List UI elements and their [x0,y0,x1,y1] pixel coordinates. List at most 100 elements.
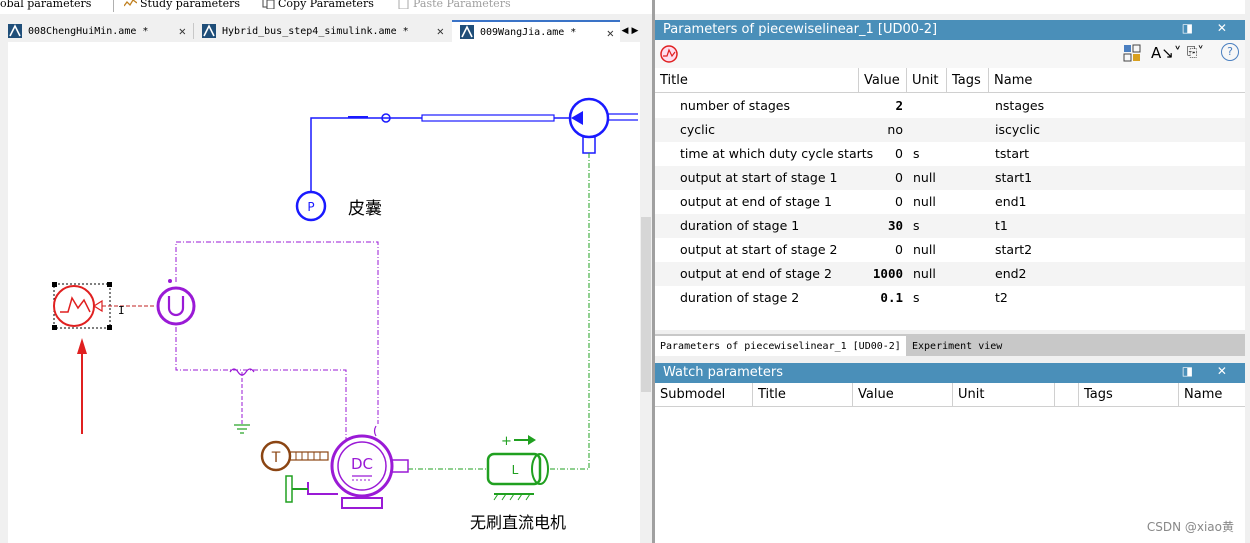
table-row[interactable]: number of stages 2 nstages [655,94,1245,118]
close-icon[interactable]: ✕ [179,24,186,38]
row-name: tstart [995,146,1030,161]
hydraulic-pipe[interactable] [421,114,555,122]
table-row[interactable]: duration of stage 1 30 s t1 [655,214,1245,238]
mechanical-ground-icon[interactable] [285,475,293,503]
row-value[interactable]: 0 [861,170,903,185]
script-icon[interactable]: ⎘˅ [1187,45,1204,60]
voltage-source-icon[interactable] [156,286,196,326]
row-value[interactable]: 0.1 [861,290,903,305]
temperature-symbol: T [271,450,281,466]
column-header-title[interactable]: Title [655,68,859,93]
annotation-arrow-head [77,338,87,354]
watermark: CSDN @xiao黄 [1146,520,1234,534]
column-header-tags[interactable]: Tags [1079,383,1179,407]
electric-line [175,327,347,442]
column-header-value[interactable]: Value [853,383,953,407]
canvas-scrollbar[interactable] [640,42,652,543]
column-header-name[interactable]: Name [1179,383,1245,407]
layout-icon[interactable] [1123,44,1141,62]
column-header-submodel[interactable]: Submodel [655,383,753,407]
selection-handle[interactable] [107,282,112,287]
tab-label: 008ChengHuiMin.ame * [28,25,149,37]
amesim-file-icon [460,25,474,39]
table-row[interactable]: duration of stage 2 0.1 s t2 [655,286,1245,310]
electric-line [175,241,379,424]
copy-parameters-button[interactable]: Copy Parameters [262,0,374,10]
sketch-canvas[interactable]: P 皮囊 I T DC 无刷直流电机 L + [8,42,640,543]
amesim-file-icon [202,24,216,38]
chevron-right-icon[interactable]: ▶ [630,22,640,40]
row-value[interactable]: 0 [861,242,903,257]
electric-connector [373,425,377,437]
table-row[interactable]: output at start of stage 2 0 null start2 [655,238,1245,262]
column-header-blank[interactable] [1055,383,1079,407]
header-label: Title [758,387,786,402]
panel-window-buttons[interactable]: ◨ ✕ [1182,364,1237,378]
row-title: output at end of stage 2 [680,266,832,281]
selection-handle[interactable] [107,325,112,330]
row-name: t1 [995,218,1008,233]
study-parameters-label: Study parameters [140,0,240,10]
global-parameters-label: obal parameters [0,0,92,10]
row-value[interactable]: 0 [861,194,903,209]
row-title: output at end of stage 1 [680,194,832,209]
selection-handle[interactable] [52,282,57,287]
column-header-unit[interactable]: Unit [953,383,1055,407]
paste-icon [398,0,409,9]
column-header-name[interactable]: Name [989,68,1245,93]
panel-window-buttons[interactable]: ◨ ✕ [1182,21,1237,35]
row-unit: s [913,146,920,161]
row-title: time at which duty cycle starts [680,146,874,161]
paste-parameters-button[interactable]: Paste Parameters [397,0,511,10]
row-name: iscyclic [995,122,1040,137]
left-margin [0,42,8,543]
study-parameters-icon [124,0,137,7]
row-value[interactable]: 30 [861,218,903,233]
table-row[interactable]: output at end of stage 2 1000 null end2 [655,262,1245,286]
row-value[interactable]: no [861,122,903,137]
row-value[interactable]: 1000 [861,266,903,281]
study-parameters-button[interactable]: Study parameters [124,0,240,10]
row-unit: null [913,170,936,185]
table-row[interactable]: time at which duty cycle starts 0 s tstart [655,142,1245,166]
row-name: end1 [995,194,1027,209]
column-header-unit[interactable]: Unit [907,68,947,93]
column-header-value[interactable]: Value [859,68,907,93]
header-label: Name [1184,387,1223,402]
column-header-title[interactable]: Title [753,383,853,407]
tab-label: Hybrid_bus_step4_simulink.ame * [222,25,409,37]
ground-icon[interactable] [234,424,250,434]
close-icon[interactable]: ✕ [437,24,444,38]
header-label: Tags [1084,387,1113,402]
signal-component-icon[interactable] [659,44,679,64]
tab-chenghuimin[interactable]: 008ChengHuiMin.ame * ✕ [0,20,192,42]
right-margin [1245,0,1250,543]
paste-parameters-label: Paste Parameters [413,0,511,10]
row-unit: s [913,218,920,233]
tab-label: Parameters of piecewiselinear_1 [UD00-2] [660,340,901,352]
table-row[interactable]: output at end of stage 1 0 null end1 [655,190,1245,214]
tab-wangjia[interactable]: 009WangJia.ame * ✕ [452,20,620,42]
dc-symbol: DC [351,455,373,473]
scrollbar-thumb[interactable] [641,217,651,392]
help-icon[interactable]: ? [1221,43,1239,61]
motor-shaft [391,459,409,473]
tab-experiment-view[interactable]: Experiment view [907,336,1007,356]
tab-hybrid-bus[interactable]: Hybrid_bus_step4_simulink.ame * ✕ [194,20,450,42]
font-icon[interactable]: A↘˅ [1151,44,1181,62]
chevron-left-icon[interactable]: ◀ [620,22,630,40]
row-unit: null [913,266,936,281]
piecewise-linear-signal-icon[interactable] [53,285,95,327]
tab-label: 009WangJia.ame * [480,26,577,38]
selection-handle[interactable] [52,325,57,330]
pump-arrow-icon [571,111,583,125]
table-row[interactable]: output at start of stage 1 0 null start1 [655,166,1245,190]
tab-parameters[interactable]: Parameters of piecewiselinear_1 [UD00-2] [655,336,906,356]
tab-scroll-buttons: ◀ ▶ [620,22,640,40]
close-icon[interactable]: ✕ [607,26,614,40]
table-row[interactable]: cyclic no iscyclic [655,118,1245,142]
global-parameters-button[interactable]: obal parameters [0,0,91,10]
row-value[interactable]: 2 [861,98,903,113]
row-value[interactable]: 0 [861,146,903,161]
column-header-tags[interactable]: Tags [947,68,989,93]
